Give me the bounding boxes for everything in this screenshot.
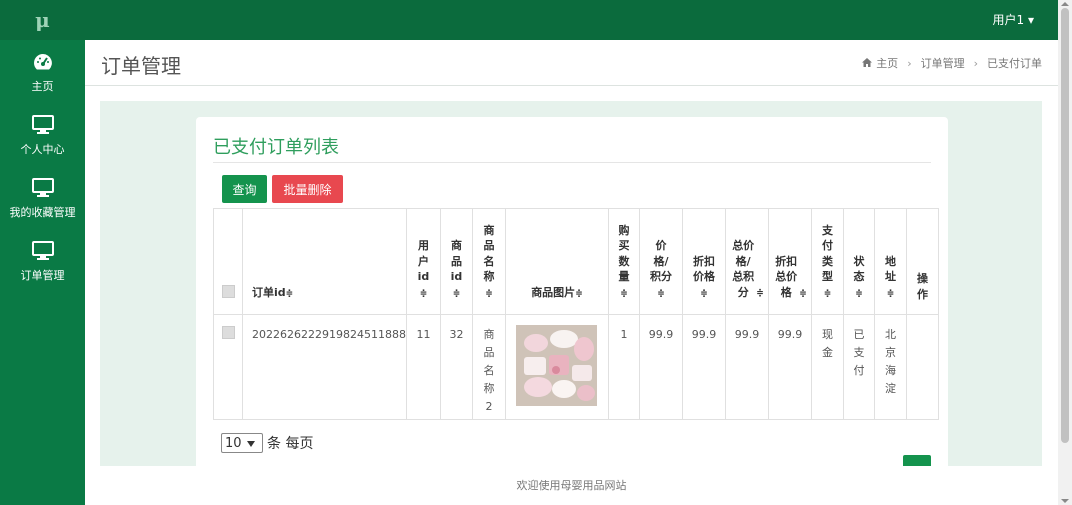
product-id-cell: 32 — [439, 314, 473, 420]
select-all-checkbox[interactable] — [221, 284, 235, 298]
sidebar-item-home[interactable]: 主页 — [0, 40, 85, 103]
page-header: 订单管理 主页 › 订单管理 › 已支付订单 — [85, 40, 1058, 86]
sort-icon: ≑ — [620, 288, 628, 299]
col-product-id[interactable]: 商品id ≑ — [439, 208, 473, 315]
total-cell: 99.9 — [724, 314, 769, 420]
sidebar-item-orders[interactable]: 订单管理 — [0, 229, 85, 292]
page-size-control: 10 条 每页 — [221, 433, 313, 453]
pay-type-cell: 现金 — [810, 314, 844, 420]
sidebar: μ 主页 个人中心 我的收藏管理 订单管理 — [0, 0, 85, 505]
scroll-thumb[interactable] — [1061, 8, 1069, 443]
col-quantity[interactable]: 购买数量 ≑ — [607, 208, 640, 315]
footer: 欢迎使用母婴用品网站 — [85, 466, 1058, 505]
price-cell: 99.9 — [638, 314, 683, 420]
divider — [213, 162, 931, 163]
col-total[interactable]: 总价格/总积分 ≑ — [724, 208, 769, 315]
address-cell: 北京海淀 — [873, 314, 907, 420]
dashboard-icon — [33, 50, 53, 74]
quantity-cell: 1 — [607, 314, 640, 420]
sort-icon: ≑ — [575, 288, 583, 299]
sort-icon: ≑ — [285, 288, 294, 299]
monitor-icon — [31, 113, 54, 137]
card-title: 已支付订单列表 — [213, 137, 339, 158]
sort-icon: ≑ — [452, 288, 461, 299]
orders-table: 订单id≑ 用户id≑ 商品id≑ 商品名称≑ 商品图片≑ 购买数量≑ — [213, 208, 939, 420]
sidebar-item-label: 我的收藏管理 — [9, 205, 76, 219]
sort-icon: ≑ — [823, 288, 832, 299]
breadcrumb-home[interactable]: 主页 — [876, 55, 898, 71]
discount-total-cell: 99.9 — [767, 314, 812, 420]
col-user-id[interactable]: 用户id ≑ — [405, 208, 441, 315]
col-product-name[interactable]: 商品名称 ≑ — [471, 208, 506, 315]
product-name-cell: 商品名称2 — [471, 314, 506, 420]
user-menu[interactable]: 用户1 ▾ — [993, 11, 1034, 28]
sort-icon: ≑ — [700, 288, 708, 299]
row-select-cell — [213, 314, 243, 420]
sidebar-item-label: 订单管理 — [20, 268, 65, 282]
sort-icon: ≑ — [485, 288, 493, 299]
sort-icon: ≑ — [419, 288, 428, 299]
sort-icon: ≑ — [756, 288, 764, 299]
col-address[interactable]: 地址 ≑ — [873, 208, 907, 315]
breadcrumb-separator: › — [973, 56, 978, 70]
col-discount-price[interactable]: 折扣价格 ≑ — [681, 208, 726, 315]
order-id-cell: 2022626222919824511888 — [242, 314, 407, 420]
col-discount-total[interactable]: 折扣总价格 ≑ — [767, 208, 812, 315]
user-id-cell: 11 — [405, 314, 441, 420]
page-title: 订单管理 — [101, 54, 181, 78]
col-pay-type[interactable]: 支付类型 ≑ — [810, 208, 844, 315]
col-action: 操作 — [905, 208, 939, 315]
sort-icon: ≑ — [886, 288, 895, 299]
col-status[interactable]: 状态 ≑ — [842, 208, 875, 315]
scroll-down-icon[interactable] — [1061, 499, 1069, 503]
page-scrollbar[interactable] — [1058, 0, 1072, 505]
col-price[interactable]: 价格/积分 ≑ — [638, 208, 683, 315]
sidebar-item-profile[interactable]: 个人中心 — [0, 103, 85, 166]
product-image[interactable] — [516, 325, 598, 406]
page-size-select[interactable]: 10 — [221, 433, 263, 453]
sort-icon: ≑ — [799, 288, 807, 299]
page-size-label: 条 每页 — [267, 436, 314, 452]
row-checkbox[interactable] — [221, 326, 235, 339]
monitor-icon — [31, 176, 54, 200]
batch-delete-button[interactable]: 批量删除 — [272, 175, 343, 203]
table-header-row: 订单id≑ 用户id≑ 商品id≑ 商品名称≑ 商品图片≑ 购买数量≑ — [213, 208, 939, 315]
order-list-card: 已支付订单列表 查询 批量删除 订单id≑ 用户id ≑ 商品id ≑ 商品名称 ≑ — [196, 117, 948, 472]
home-icon — [862, 57, 873, 70]
sort-icon: ≑ — [657, 288, 665, 299]
product-image-cell — [504, 314, 609, 420]
col-product-image[interactable]: 商品图片≑ — [504, 208, 609, 315]
breadcrumb-current: 已支付订单 — [987, 57, 1042, 70]
col-order-id[interactable]: 订单id≑ — [242, 208, 407, 315]
breadcrumb-section[interactable]: 订单管理 — [921, 55, 965, 71]
chevron-down-icon — [246, 436, 255, 451]
status-cell: 已支付 — [842, 314, 875, 420]
sidebar-item-label: 个人中心 — [20, 142, 65, 156]
table-row: 2022626222919824511888 11 32 商品名称2 1 99.… — [213, 314, 939, 420]
sidebar-item-favorites[interactable]: 我的收藏管理 — [0, 166, 85, 229]
breadcrumb-separator: › — [907, 56, 912, 70]
discount-price-cell: 99.9 — [681, 314, 726, 420]
select-all-cell — [213, 208, 243, 315]
logo: μ — [0, 0, 85, 40]
query-button[interactable]: 查询 — [222, 175, 267, 203]
sort-icon: ≑ — [855, 288, 863, 299]
breadcrumb: 主页 › 订单管理 › 已支付订单 — [862, 55, 1042, 71]
action-cell — [905, 314, 939, 420]
monitor-icon — [31, 239, 54, 263]
sidebar-item-label: 主页 — [31, 79, 54, 93]
topbar: 用户1 ▾ — [85, 0, 1058, 40]
scroll-up-icon[interactable] — [1061, 2, 1069, 6]
